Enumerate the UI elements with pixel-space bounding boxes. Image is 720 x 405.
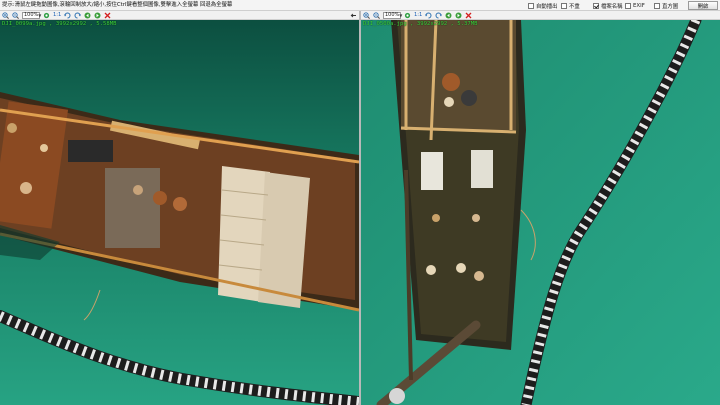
option-no-repeat[interactable]: 不重 xyxy=(561,2,580,10)
no-repeat-label: 不重 xyxy=(569,3,580,10)
zoom-out-icon[interactable] xyxy=(12,11,19,19)
left-aerial-photo xyxy=(0,20,359,405)
hint-text: 提示:滑鼠左鍵拖動圖像,滾輪回制放大/縮小,按住Ctrl鍵看整個圖像,雙擊進入全… xyxy=(2,2,233,8)
exif-label: EXIF xyxy=(633,2,645,9)
histogram-checkbox[interactable] xyxy=(654,2,660,9)
zoom-in-icon[interactable] xyxy=(2,11,9,19)
previous-image-icon[interactable] xyxy=(84,12,91,19)
left-toolbar: 100% ▼ 1:1 xyxy=(0,11,359,20)
close-icon[interactable] xyxy=(465,12,472,19)
chevron-down-icon: ▼ xyxy=(38,12,42,18)
next-image-icon[interactable] xyxy=(455,12,462,19)
exif-checkbox[interactable] xyxy=(625,2,631,9)
fit-view-icon[interactable] xyxy=(404,12,411,19)
left-file-info: DJI_0099a.jpg , 3992x2992 , 5.58MB xyxy=(2,21,117,27)
right-aerial-photo xyxy=(361,20,720,405)
left-image-pane[interactable]: DJI_0099a.jpg , 3992x2992 , 5.58MB xyxy=(0,20,359,405)
rotate-left-icon[interactable] xyxy=(64,12,71,19)
left-ratio-button[interactable]: 1:1 xyxy=(53,12,61,18)
option-histogram[interactable]: 直方圖 xyxy=(654,2,679,10)
option-filename[interactable]: 檔案名稱 xyxy=(593,2,623,10)
right-image-pane[interactable]: DJI_0500a.jpg , 3992x2992 , 5.37MB xyxy=(361,20,720,405)
right-toolbar: 100% ▼ 1:1 xyxy=(361,11,720,20)
top-bar: 提示:滑鼠左鍵拖動圖像,滾輪回制放大/縮小,按住Ctrl鍵看整個圖像,雙擊進入全… xyxy=(0,0,720,11)
left-zoom-value: 100% xyxy=(24,11,39,18)
filename-checkbox[interactable] xyxy=(593,2,599,9)
previous-image-icon[interactable] xyxy=(445,12,452,19)
option-exif[interactable]: EXIF xyxy=(625,2,645,9)
filename-label: 檔案名稱 xyxy=(601,3,623,10)
fit-view-icon[interactable] xyxy=(43,12,50,19)
close-icon[interactable] xyxy=(104,12,111,19)
right-ratio-button[interactable]: 1:1 xyxy=(414,12,422,18)
rotate-left-icon[interactable] xyxy=(425,12,432,19)
right-zoom-select[interactable]: 100% ▼ xyxy=(383,11,403,19)
histogram-label: 直方圖 xyxy=(662,3,679,10)
next-image-icon[interactable] xyxy=(94,12,101,19)
rotate-right-icon[interactable] xyxy=(435,12,442,19)
auto-play-checkbox[interactable] xyxy=(528,2,534,9)
right-file-info: DJI_0500a.jpg , 3992x2992 , 5.37MB xyxy=(363,21,478,27)
no-repeat-checkbox[interactable] xyxy=(561,2,567,9)
zoom-in-icon[interactable] xyxy=(363,11,370,19)
back-arrow-icon[interactable] xyxy=(350,12,357,19)
open-button[interactable]: 開啟 xyxy=(688,1,718,10)
chevron-down-icon: ▼ xyxy=(399,12,403,18)
right-zoom-value: 100% xyxy=(385,11,400,18)
option-auto-play[interactable]: 自動播出 xyxy=(528,2,558,10)
rotate-right-icon[interactable] xyxy=(74,12,81,19)
zoom-out-icon[interactable] xyxy=(373,11,380,19)
auto-play-label: 自動播出 xyxy=(536,3,558,10)
left-zoom-select[interactable]: 100% ▼ xyxy=(22,11,42,19)
